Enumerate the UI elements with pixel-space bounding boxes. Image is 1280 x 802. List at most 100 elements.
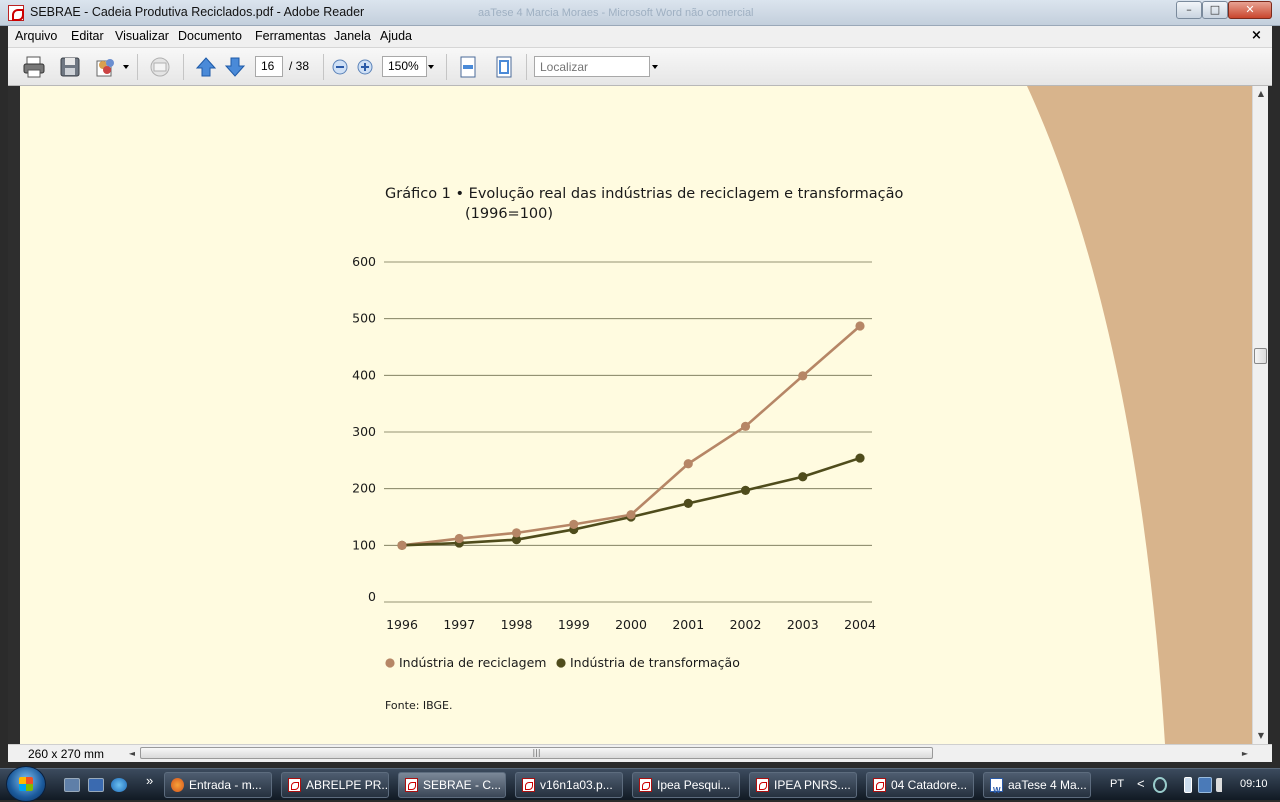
toolbar-separator [183,54,184,80]
horizontal-scroll-thumb[interactable]: ||| [140,747,933,759]
firefox-icon [171,778,184,792]
search-dropdown-arrow[interactable] [652,65,658,69]
data-point-series-2 [740,485,751,495]
task-button[interactable]: v16n1a03.p... [515,772,623,798]
x-tick-label: 2002 [730,617,762,632]
device-icon[interactable] [1198,777,1212,793]
maximize-button[interactable]: □ [1202,1,1228,19]
network-icon[interactable] [1153,777,1167,793]
collaborate-icon[interactable] [94,55,118,79]
menu-visualizar[interactable]: Visualizar [115,29,169,43]
fit-width-icon[interactable] [456,55,480,79]
legend-marker-1 [385,658,395,668]
start-button[interactable] [6,766,46,802]
zoom-dropdown-arrow[interactable] [428,65,434,69]
menu-ferramentas[interactable]: Ferramentas [255,29,326,43]
internet-explorer-icon[interactable] [111,778,127,792]
task-button[interactable]: ABRELPE PR... [281,772,389,798]
toolbar: 16 / 38 150% [8,48,1272,86]
save-icon[interactable] [58,55,82,79]
data-point-series-2 [798,472,808,482]
fit-page-icon[interactable] [492,55,516,79]
scroll-up-arrow[interactable]: ▲ [1253,86,1269,102]
task-button[interactable]: IPEA PNRS.... [749,772,857,798]
data-point-series-2 [683,498,693,508]
task-button[interactable]: 04 Catadore... [866,772,974,798]
title-bar[interactable]: SEBRAE - Cadeia Produtiva Reciclados.pdf… [0,0,1280,26]
y-tick-label: 500 [352,311,376,326]
next-page-icon[interactable] [223,55,247,79]
minimize-button[interactable]: – [1176,1,1202,19]
zoom-out-icon[interactable] [328,55,352,79]
language-indicator[interactable]: PT [1110,778,1124,790]
close-window-button[interactable]: ✕ [1228,1,1272,19]
pdf-icon [288,778,301,792]
scroll-down-arrow[interactable]: ▼ [1253,728,1269,744]
battery-icon[interactable] [1184,777,1192,793]
data-point-series-1 [511,528,522,538]
chart-title-line1: Gráfico 1 • Evolução real das indústrias… [385,186,904,202]
data-point-series-1 [626,510,636,520]
vertical-scrollbar[interactable]: ▲ ▼ [1252,86,1268,744]
data-point-series-2 [855,453,865,463]
zoom-level-select[interactable]: 150% [382,56,427,77]
clock[interactable]: 09:10 [1240,778,1268,790]
scroll-left-arrow[interactable]: ◄ [126,746,138,761]
data-point-series-1 [454,533,464,544]
menu-editar[interactable]: Editar [71,29,104,43]
task-button[interactable]: Ipea Pesqui... [632,772,740,798]
y-tick-label: 0 [368,589,376,604]
menu-documento[interactable]: Documento [178,29,242,43]
horizontal-scrollbar[interactable]: ◄ ||| ► [126,746,1251,761]
tray-expand-icon[interactable]: < [1137,776,1145,791]
menu-bar: Arquivo Editar Visualizar Documento Ferr… [8,26,1272,48]
window-title: SEBRAE - Cadeia Produtiva Reciclados.pdf… [30,5,365,19]
pdf-icon [756,778,769,792]
pdf-icon [639,778,652,792]
x-tick-label: 2001 [672,617,704,632]
data-point-series-1 [855,321,865,331]
switch-windows-icon[interactable] [88,778,104,792]
toolbar-separator [446,54,447,80]
line-chart: 0 100 200 300 400 500 600 1996 1997 1998 1999 2000 2… [352,254,876,670]
document-viewport[interactable]: Gráfico 1 • Evolução real das indústrias… [8,86,1252,744]
chart-title-line2: (1996=100) [465,206,554,222]
task-button[interactable]: aaTese 4 Ma... [983,772,1091,798]
task-button-active[interactable]: SEBRAE - C... [398,772,506,798]
volume-icon[interactable] [1216,778,1228,792]
data-point-series-1 [569,519,579,529]
scroll-right-arrow[interactable]: ► [1239,746,1251,761]
task-button[interactable]: Entrada - m... [164,772,272,798]
legend-label-2: Indústria de transformação [570,655,740,670]
y-tick-label: 200 [352,481,376,496]
menu-janela[interactable]: Janela [334,29,371,43]
x-tick-label: 1998 [501,617,533,632]
menu-ajuda[interactable]: Ajuda [380,29,412,43]
previous-page-icon[interactable] [194,55,218,79]
collaborate-dropdown-arrow[interactable] [123,65,129,69]
print-icon[interactable] [22,55,46,79]
toolbar-separator [323,54,324,80]
zoom-in-icon[interactable] [353,55,377,79]
close-document-button[interactable]: × [1251,28,1262,43]
search-input[interactable] [534,56,650,77]
toolbar-separator [526,54,527,80]
background-window-title: aaTese 4 Marcia Moraes - Microsoft Word … [478,7,754,19]
windows-taskbar: » Entrada - m... ABRELPE PR... SEBRAE - … [0,766,1280,802]
vertical-scroll-thumb[interactable] [1254,348,1267,364]
chart-source: Fonte: IBGE. [385,699,453,712]
status-bar: 260 x 270 mm ◄ ||| ► [8,744,1272,762]
show-desktop-icon[interactable] [64,778,80,792]
pdf-app-icon [8,5,24,21]
quicklaunch-chevron-icon[interactable]: » [146,773,153,788]
adobe-reader-window: SEBRAE - Cadeia Produtiva Reciclados.pdf… [0,0,1280,768]
data-point-series-1 [740,421,751,431]
page-number-input[interactable]: 16 [255,56,283,77]
pdf-page: Gráfico 1 • Evolução real das indústrias… [20,86,1252,744]
pdf-icon [522,778,535,792]
email-icon[interactable] [148,55,172,79]
data-point-series-1 [683,459,693,469]
x-tick-label: 2000 [615,617,647,632]
data-point-series-1 [798,371,808,381]
menu-arquivo[interactable]: Arquivo [15,29,57,43]
